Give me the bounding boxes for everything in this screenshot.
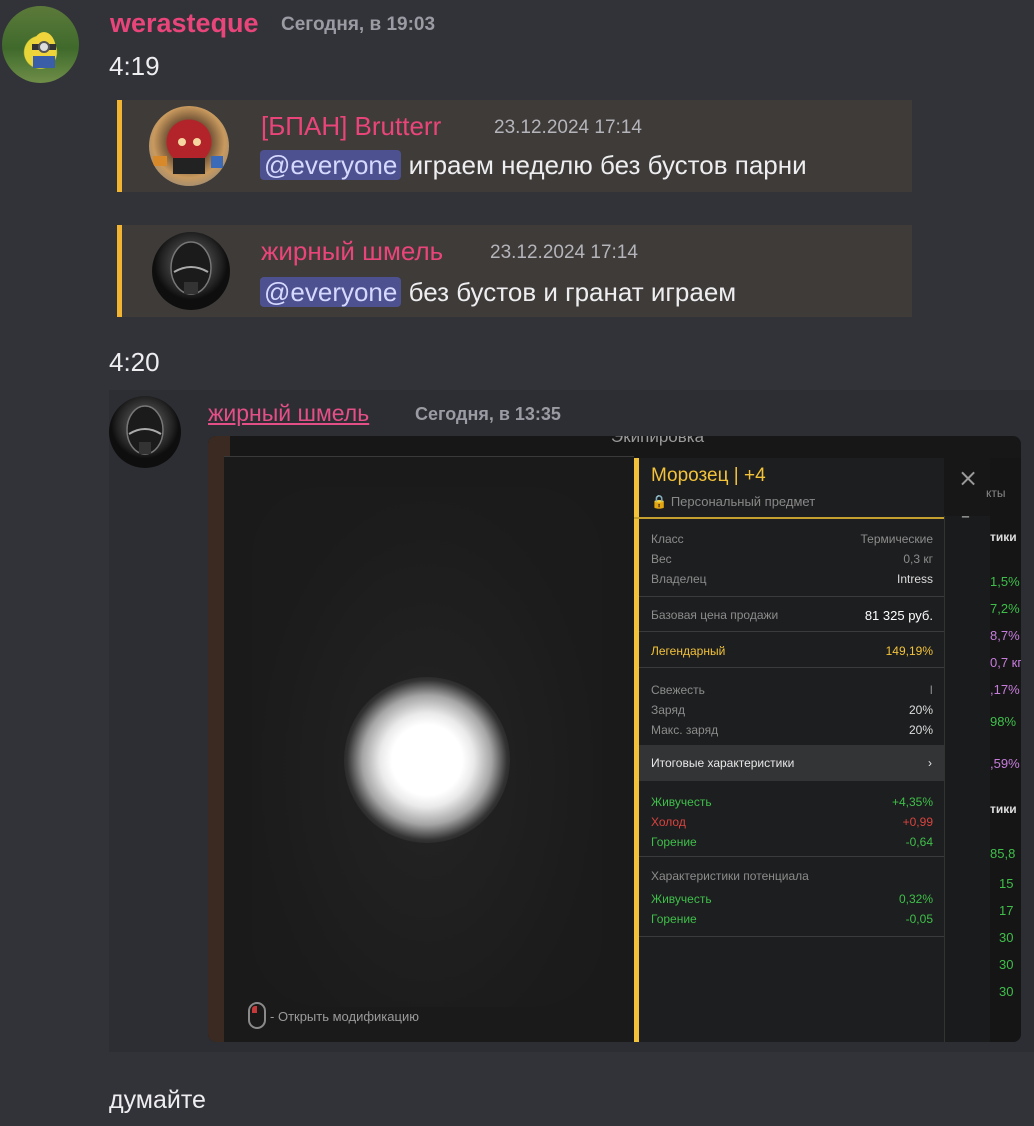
stat-value: 17: [999, 903, 1014, 918]
stat-value: 8,7%: [990, 628, 1020, 643]
chevron-right-icon: ›: [928, 756, 932, 770]
quoted-message[interactable]: [БПАН] Brutterr 23.12.2024 17:14 @everyo…: [117, 100, 912, 192]
potential-stats-block: Живучесть 0,32% Горение -0,05: [651, 892, 933, 926]
quote-date: 23.12.2024 17:14: [490, 242, 638, 263]
quote-text: без бустов и гранат играем: [408, 277, 737, 307]
stat-value: 30: [999, 984, 1014, 999]
close-icon[interactable]: ×: [958, 464, 978, 492]
message-text: думайте: [109, 1086, 206, 1114]
rarity-row: Легендарный 149,19%: [651, 644, 933, 658]
item-state-block: Свежесть I Заряд 20% Макс. заряд 20%: [651, 683, 933, 737]
message-text: 4:20: [109, 347, 160, 377]
mention-everyone[interactable]: @everyone: [260, 277, 402, 307]
mention-everyone[interactable]: @everyone: [260, 150, 402, 180]
modification-hint[interactable]: - Открыть модификацию: [270, 1009, 419, 1024]
stats-column-cutoff: кты тики 1,5% 7,2% 8,7% 0,7 кг ,17% 98% …: [986, 458, 1021, 1042]
message-timestamp: Сегодня, в 19:03: [281, 14, 436, 35]
avatar-brutterr[interactable]: [149, 106, 229, 186]
item-info-block: Класс Термические Вес 0,3 кг Владелец Intre…: [651, 532, 933, 586]
final-stats-button[interactable]: Итоговые характеристики ›: [639, 745, 944, 781]
personal-item-label: 🔒 Персональный предмет: [651, 494, 816, 509]
forwarded-message[interactable]: жирный шмель Сегодня, в 13:35 Экипировка…: [109, 390, 1034, 1052]
potential-title: Характеристики потенциала: [651, 869, 809, 883]
stat-value: ,59%: [990, 756, 1020, 771]
mouse-icon: [248, 1002, 266, 1029]
message-author[interactable]: werasteque: [110, 8, 259, 39]
quote-author[interactable]: [БПАН] Brutterr: [261, 111, 441, 142]
quote-text: играем неделю без бустов парни: [408, 150, 807, 180]
panel-scrollbar[interactable]: –: [944, 506, 990, 1042]
stat-value: 1,5%: [990, 574, 1020, 589]
message-timestamp: Сегодня, в 13:35: [415, 404, 561, 424]
avatar-zhirny-shmel[interactable]: [109, 396, 181, 468]
quoted-message[interactable]: жирный шмель 23.12.2024 17:14 @everyone …: [117, 225, 912, 317]
minus-icon: –: [961, 506, 970, 527]
quote-body: @everyone без бустов и гранат играем: [260, 277, 736, 308]
avatar-werasteque[interactable]: [2, 6, 79, 83]
lock-icon: 🔒: [651, 494, 668, 509]
stat-value: 85,8: [990, 846, 1016, 861]
helmet-icon: [126, 405, 164, 455]
stat-value: 0,7 кг: [990, 655, 1021, 670]
attached-game-screenshot[interactable]: Экипировка - Открыть модификацию Морозец…: [208, 436, 1021, 1042]
robot-icon: [153, 138, 223, 174]
quote-author[interactable]: жирный шмель: [261, 236, 443, 267]
stat-value: 15: [999, 876, 1014, 891]
item-details-panel: Морозец | +4 🔒 Персональный предмет × Кл…: [634, 458, 978, 1042]
item-name: Морозец | +4: [651, 465, 766, 486]
stat-value: 30: [999, 957, 1014, 972]
quote-body: @everyone играем неделю без бустов парни: [260, 150, 807, 181]
minion-icon: [32, 32, 56, 68]
stat-value: 7,2%: [990, 601, 1020, 616]
top-title: Экипировка: [611, 436, 705, 446]
glowing-orb: [344, 677, 510, 843]
item-preview: - Открыть модификацию: [224, 456, 634, 1042]
stat-value: 98%: [990, 714, 1017, 729]
helmet-icon: [170, 241, 212, 295]
avatar-zhirny-shmel[interactable]: [152, 232, 230, 310]
sell-price-row: Базовая цена продажи 81 325 руб.: [651, 608, 933, 623]
final-stats-block: Живучесть +4,35% Холод +0,99 Горение -0,64: [651, 795, 933, 849]
stat-value: ,17%: [990, 682, 1020, 697]
message-author[interactable]: жирный шмель: [208, 400, 369, 427]
stat-value: 30: [999, 930, 1014, 945]
quote-date: 23.12.2024 17:14: [494, 117, 642, 138]
message-text: 4:19: [109, 51, 160, 81]
